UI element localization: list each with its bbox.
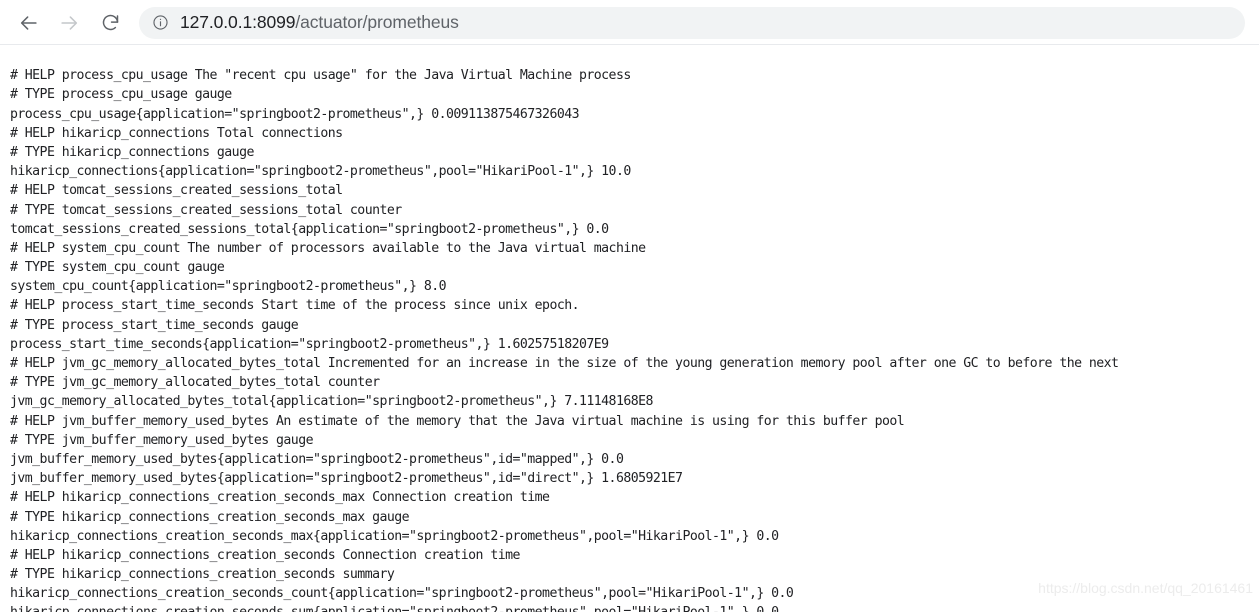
metrics-line: # HELP hikaricp_connections_creation_sec…	[10, 547, 520, 563]
metrics-line: # TYPE hikaricp_connections_creation_sec…	[10, 567, 395, 583]
reload-button[interactable]	[95, 8, 125, 38]
metrics-line: jvm_buffer_memory_used_bytes{application…	[10, 471, 683, 487]
metrics-line: # TYPE hikaricp_connections gauge	[10, 144, 254, 160]
metrics-line: jvm_buffer_memory_used_bytes{application…	[10, 451, 624, 467]
metrics-line: # TYPE process_cpu_usage gauge	[10, 87, 232, 103]
arrow-left-icon	[18, 12, 40, 34]
metrics-line: process_cpu_usage{application="springboo…	[10, 106, 580, 122]
url-path: /actuator/prometheus	[295, 13, 459, 32]
metrics-line: hikaricp_connections_creation_seconds_co…	[10, 586, 794, 602]
metrics-line: # HELP process_start_time_seconds Start …	[10, 298, 580, 314]
metrics-line: process_start_time_seconds{application="…	[10, 336, 609, 352]
metrics-line: # TYPE hikaricp_connections_creation_sec…	[10, 509, 410, 525]
metrics-line: jvm_gc_memory_allocated_bytes_total{appl…	[10, 394, 653, 410]
metrics-line: # TYPE system_cpu_count gauge	[10, 260, 225, 276]
url-host: 127.0.0.1:8099	[180, 13, 296, 32]
back-button[interactable]	[14, 8, 44, 38]
arrow-right-icon	[58, 12, 80, 34]
metrics-line: # HELP tomcat_sessions_created_sessions_…	[10, 183, 343, 199]
metrics-line: # HELP process_cpu_usage The "recent cpu…	[10, 68, 631, 84]
metrics-line: # HELP jvm_gc_memory_allocated_bytes_tot…	[10, 356, 1119, 371]
metrics-line: # TYPE process_start_time_seconds gauge	[10, 317, 299, 333]
metrics-line: # HELP jvm_buffer_memory_used_bytes An e…	[10, 413, 905, 429]
page-viewport[interactable]: # HELP process_cpu_usage The "recent cpu…	[0, 45, 1259, 612]
metrics-line: # TYPE jvm_buffer_memory_used_bytes gaug…	[10, 432, 314, 448]
metrics-line: # TYPE jvm_gc_memory_allocated_bytes_tot…	[10, 375, 380, 391]
metrics-line: # HELP system_cpu_count The number of pr…	[10, 240, 646, 256]
metrics-line: # TYPE tomcat_sessions_created_sessions_…	[10, 202, 402, 218]
metrics-line: # HELP hikaricp_connections_creation_sec…	[10, 490, 550, 506]
metrics-line: hikaricp_connections_creation_seconds_su…	[10, 603, 1259, 612]
address-bar[interactable]: 127.0.0.1:8099/actuator/prometheus	[139, 6, 1245, 39]
forward-button[interactable]	[54, 8, 84, 38]
url-text: 127.0.0.1:8099/actuator/prometheus	[180, 14, 459, 32]
reload-icon	[100, 12, 121, 33]
metrics-line: hikaricp_connections_creation_seconds_ma…	[10, 528, 779, 544]
metrics-line: # HELP hikaricp_connections Total connec…	[10, 125, 343, 141]
browser-toolbar: 127.0.0.1:8099/actuator/prometheus	[0, 0, 1259, 45]
metrics-line: system_cpu_count{application="springboot…	[10, 279, 447, 295]
prometheus-metrics-text: # HELP process_cpu_usage The "recent cpu…	[10, 66, 1259, 612]
info-circle-icon[interactable]	[151, 14, 169, 32]
metrics-line: hikaricp_connections{application="spring…	[10, 164, 631, 180]
metrics-line: tomcat_sessions_created_sessions_total{a…	[10, 221, 609, 237]
